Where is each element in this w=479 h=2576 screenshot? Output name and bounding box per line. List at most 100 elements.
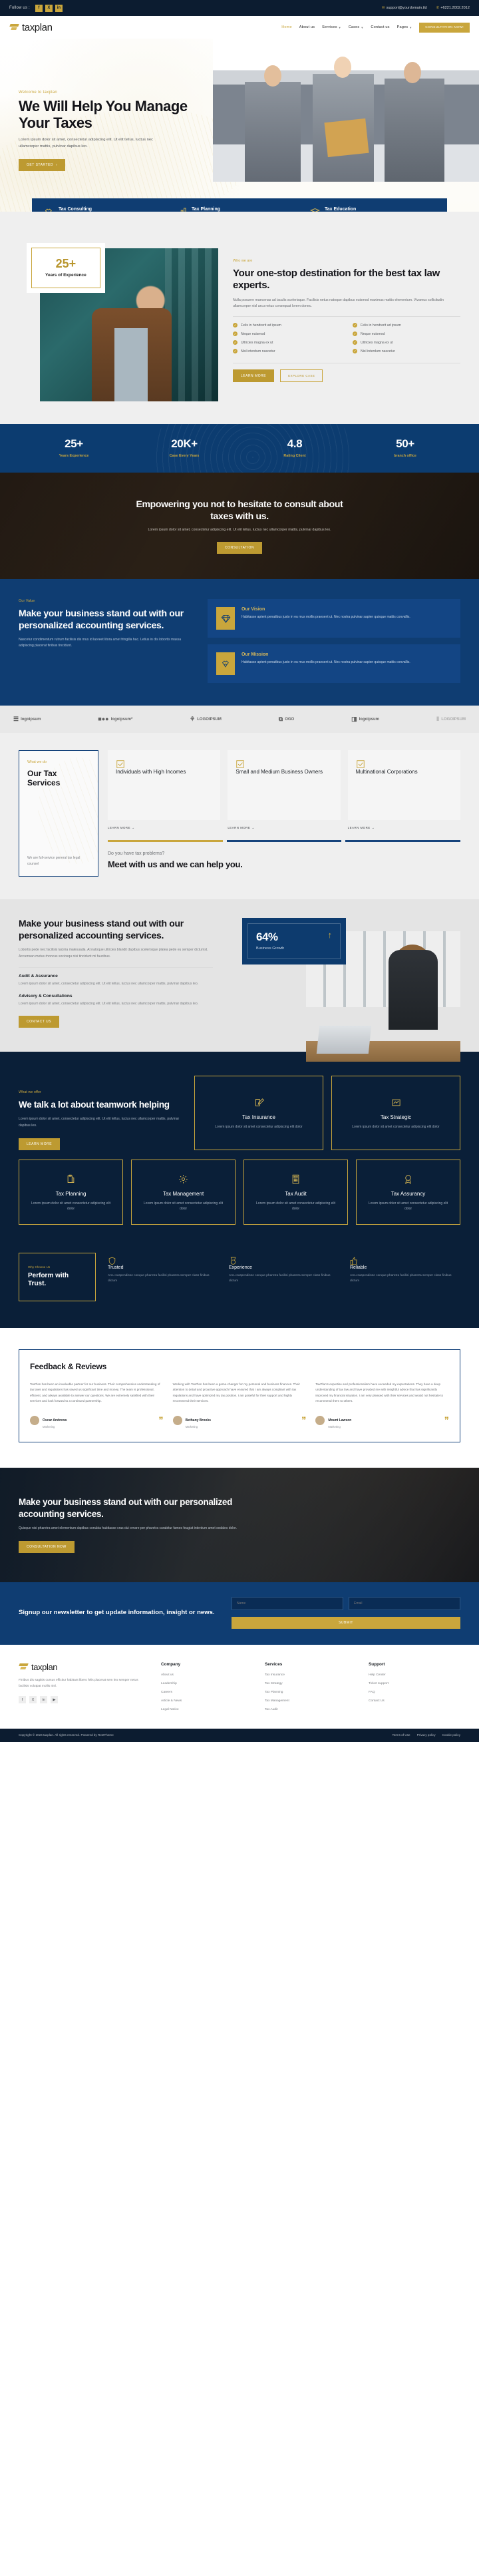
trust-kicker: Why Choose Us: [28, 1265, 51, 1269]
nav-item-pages[interactable]: Pages ▼: [397, 25, 412, 29]
consultation-button[interactable]: CONSULTATION: [216, 542, 263, 554]
contact-us-button[interactable]: CONTACT US: [19, 1015, 60, 1028]
cookie-policy-link[interactable]: Cookie policy: [442, 1733, 460, 1737]
brand-logo[interactable]: taxplan: [9, 22, 53, 33]
footer-link[interactable]: Legal Notice: [161, 1707, 253, 1712]
nav-item-contact-us[interactable]: Contact us: [371, 25, 389, 29]
privacy-policy-link[interactable]: Privacy policy: [417, 1733, 436, 1737]
footer-link[interactable]: FAQ: [369, 1690, 460, 1695]
cta-banner-title: Make your business stand out with our pe…: [19, 1497, 233, 1519]
facebook-icon[interactable]: f: [35, 4, 43, 12]
offer-learn-more-button[interactable]: LEARN MORE: [19, 1138, 61, 1150]
footer-column-company: Company About us Leadership Careers Arti…: [161, 1662, 253, 1717]
cta-banner-button[interactable]: CONSULTATION NOW: [19, 1541, 75, 1554]
avatar: [315, 1415, 325, 1425]
growth-title: Make your business stand out with our pe…: [19, 918, 184, 941]
nav-item-home[interactable]: Home: [281, 25, 292, 29]
footer-link[interactable]: Article & News: [161, 1699, 253, 1703]
learn-more-link[interactable]: LEARN MORE →: [348, 826, 460, 829]
footer-column-title: Company: [161, 1661, 181, 1667]
brand-name: taxplan: [22, 21, 53, 33]
stat-number: 4.8: [287, 437, 303, 450]
footer-link[interactable]: Help Center: [369, 1673, 460, 1677]
footer-link[interactable]: Leadership: [161, 1681, 253, 1686]
learn-more-link[interactable]: LEARN MORE →: [228, 826, 340, 829]
tax-service-card-title: Individuals with High Incomes: [116, 769, 186, 775]
stats-bar: 25+ Years Experience 20K+ Case Every Yea…: [0, 424, 479, 473]
offer-card-tax-insurance[interactable]: Tax Insurance Lorem ipsum dolor sit amet…: [194, 1075, 323, 1150]
explore-case-button[interactable]: EXPLORE CASE: [280, 369, 323, 383]
service-title: Tax Education: [325, 207, 357, 212]
tax-service-card-small-medium[interactable]: Small and Medium Business Owners LEARN M…: [228, 750, 341, 829]
growth-section: Make your business stand out with our pe…: [0, 899, 479, 1062]
progress-bar-active[interactable]: [108, 840, 223, 842]
newsletter-name-input[interactable]: [232, 1596, 343, 1610]
footer-logo[interactable]: taxplan: [19, 1662, 149, 1672]
tax-service-card-multinational[interactable]: Multinational Corporations LEARN MORE →: [347, 750, 460, 829]
linkedin-icon[interactable]: in: [55, 4, 63, 12]
tax-service-card-individuals[interactable]: Individuals with High Incomes LEARN MORE…: [108, 750, 221, 829]
learn-more-button[interactable]: LEARN MORE: [233, 369, 275, 383]
phone-contact[interactable]: ✆ +6221.2002.2012: [436, 6, 470, 10]
progress-bar[interactable]: [226, 840, 342, 842]
hero-title: We Will Help You Manage Your Taxes: [19, 98, 188, 131]
checkbox-icon: [356, 759, 452, 769]
get-started-button[interactable]: GET STARTED ›: [19, 158, 66, 171]
footer-column-support: Support Help Center Ticket support FAQ C…: [369, 1662, 460, 1717]
copyright-text: Copyright © 2024 taxplan. All rights res…: [19, 1733, 114, 1737]
nav-item-services[interactable]: Services ▼: [322, 25, 341, 29]
footer-link[interactable]: Tax Strategy: [265, 1681, 357, 1686]
footer-brand-name: taxplan: [31, 1661, 58, 1672]
footer-link[interactable]: About us: [161, 1673, 253, 1677]
newsletter-email-input[interactable]: [349, 1596, 460, 1610]
service-item-tax-planning[interactable]: Tax Planning Quam diam porta magna pede …: [177, 207, 302, 212]
offer-cards-bottom: Tax Planning Lorem ipsum dolor sit amet …: [19, 1159, 460, 1225]
linkedin-icon[interactable]: in: [40, 1696, 47, 1704]
youtube-icon[interactable]: ▶: [51, 1696, 58, 1704]
logo-glyph-icon: ⚘: [190, 716, 196, 722]
footer-link[interactable]: Tax Planning: [265, 1690, 357, 1695]
trust-feature-reliable: Reliable Arcu suspendisse conque pharetr…: [350, 1257, 460, 1284]
footer-link[interactable]: Careers: [161, 1690, 253, 1695]
offer-card-tax-planning[interactable]: Tax Planning Lorem ipsum dolor sit amet …: [19, 1159, 123, 1225]
consultation-now-button[interactable]: CONSULTATION NOW!: [419, 22, 470, 33]
offer-card-tax-audit[interactable]: Tax Audit Lorem ipsum dolor sit amet con…: [243, 1159, 348, 1225]
email-contact[interactable]: ✉ support@yourdomain.tld: [382, 6, 427, 10]
offer-card-tax-management[interactable]: Tax Management Lorem ipsum dolor sit ame…: [131, 1159, 236, 1225]
check-icon: ✓: [233, 340, 238, 345]
twitter-x-icon[interactable]: X: [29, 1696, 37, 1704]
footer-link[interactable]: Tax Audit: [265, 1707, 357, 1712]
nav-menu: Home About us Services ▼ Cases ▼ Contact u…: [281, 22, 470, 33]
value-card-our-vision[interactable]: Our Vision Habitasse aptent penatibus ju…: [208, 599, 460, 638]
checklist-item: ✓ Felis in hendrerit ad ipsum: [233, 323, 281, 328]
footer-link[interactable]: Tax Insurance: [265, 1673, 357, 1677]
service-item-tax-education[interactable]: Tax Education Quam diam porta magna pede…: [310, 207, 435, 212]
nav-item-about-us[interactable]: About us: [299, 25, 315, 29]
footer-link[interactable]: Contact Us: [369, 1699, 460, 1703]
divider: [233, 316, 460, 318]
terms-of-use-link[interactable]: Terms of Use: [393, 1733, 410, 1737]
tax-services-intro-card: What we do Our Tax Services We are full-…: [19, 750, 98, 877]
stat-branch-office: 50+ branch office: [350, 437, 460, 458]
check-icon: ✓: [233, 323, 238, 328]
offer-card-desc: Lorem ipsum dolor sit amet consectetur a…: [144, 1201, 223, 1211]
value-card-our-mission[interactable]: Our Mission Habitasse aptent penatibus j…: [208, 644, 460, 683]
footer-link[interactable]: Tax Management: [265, 1699, 357, 1703]
service-item-tax-consulting[interactable]: Tax Consulting Quam diam porta magna ped…: [44, 207, 169, 212]
offer-card-tax-assurancy[interactable]: Tax Assurancy Lorem ipsum dolor sit amet…: [356, 1159, 460, 1225]
offer-card-tax-strategic[interactable]: Tax Strategic Lorem ipsum dolor sit amet…: [331, 1075, 460, 1150]
growth-item-audit-assurance: Audit & Assurance Lorem ipsum dolor sit …: [19, 974, 213, 987]
calculator-icon: [291, 1174, 301, 1184]
progress-bar[interactable]: [345, 840, 461, 842]
footer-link[interactable]: Ticket support: [369, 1681, 460, 1686]
twitter-x-icon[interactable]: X: [45, 4, 53, 12]
newsletter-submit-button[interactable]: SUBMIT: [232, 1616, 460, 1629]
learn-more-link[interactable]: LEARN MORE →: [108, 826, 220, 829]
offer-card-desc: Lorem ipsum dolor sit amet consectetur a…: [215, 1124, 303, 1129]
nav-item-cases[interactable]: Cases ▼: [349, 25, 364, 29]
review-author: Bethany Brooks: [185, 1418, 212, 1422]
carousel-progress-bars[interactable]: [108, 840, 461, 842]
offer-card-desc: Lorem ipsum dolor sit amet consectetur a…: [352, 1124, 440, 1129]
review-text: Working with TaxPlan has been a game-cha…: [172, 1382, 300, 1403]
facebook-icon[interactable]: f: [19, 1696, 26, 1704]
